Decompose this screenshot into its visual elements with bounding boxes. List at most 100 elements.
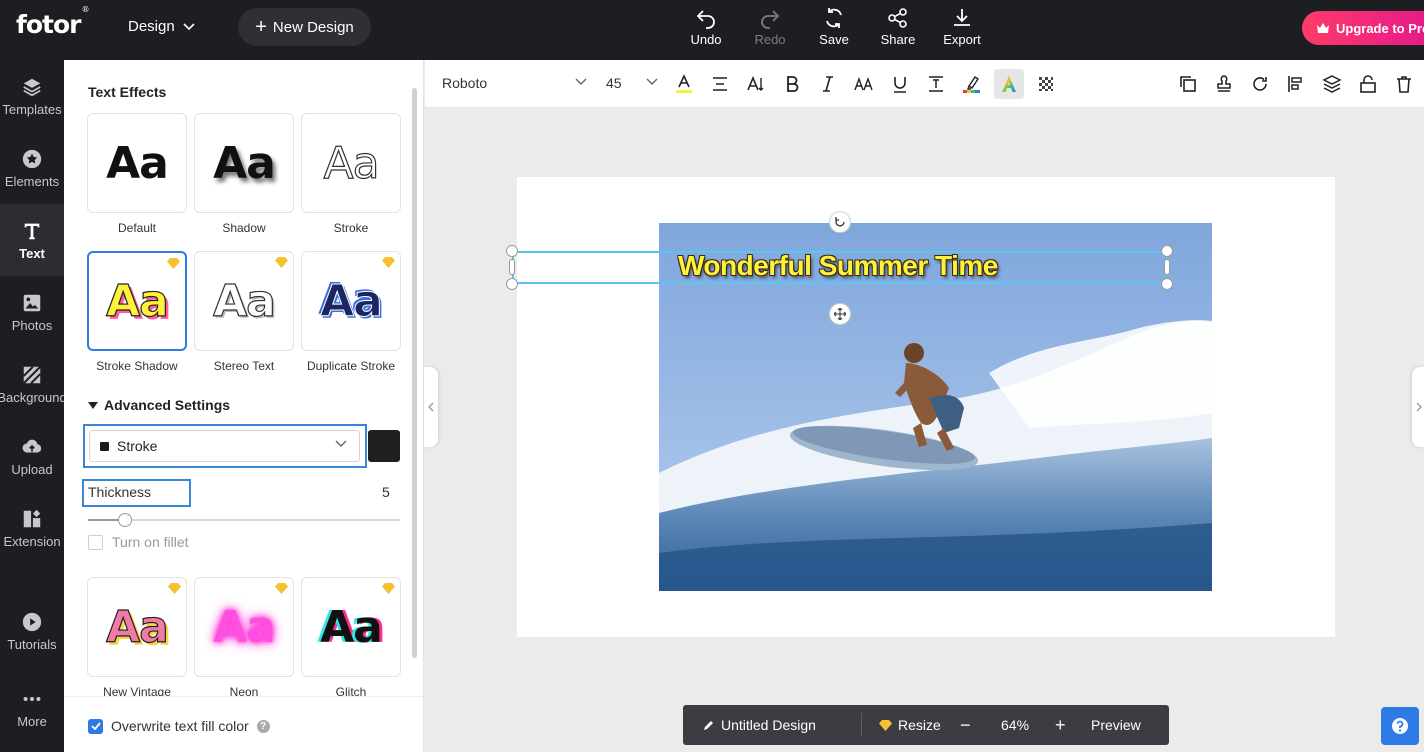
overwrite-fill-option[interactable]: Overwrite text fill color ? bbox=[88, 718, 270, 734]
nav-more[interactable]: More bbox=[0, 672, 64, 744]
effect-stroke[interactable]: Aa bbox=[301, 113, 401, 213]
align-button[interactable] bbox=[708, 72, 732, 96]
lock-button[interactable] bbox=[1356, 72, 1380, 96]
expand-right-panel-button[interactable] bbox=[1412, 367, 1424, 447]
nav-templates[interactable]: Templates bbox=[0, 60, 64, 132]
stamp-button[interactable] bbox=[1212, 72, 1236, 96]
nav-text[interactable]: Text bbox=[0, 204, 64, 276]
design-menu[interactable]: Design bbox=[128, 18, 195, 35]
design-name-field[interactable]: Untitled Design bbox=[703, 705, 816, 745]
zoom-in-button[interactable]: + bbox=[1055, 705, 1066, 745]
panel-scrollbar[interactable] bbox=[412, 88, 417, 658]
effect-stroke-shadow[interactable]: Aa bbox=[87, 251, 187, 351]
layers-icon bbox=[1322, 75, 1342, 93]
text-effects-button[interactable] bbox=[994, 69, 1024, 99]
templates-icon bbox=[23, 78, 41, 96]
fillet-option[interactable]: Turn on fillet bbox=[88, 534, 189, 550]
premium-gem-icon bbox=[275, 583, 288, 594]
save-icon bbox=[826, 8, 842, 28]
underline-button[interactable] bbox=[888, 72, 912, 96]
thickness-slider-thumb[interactable] bbox=[118, 513, 132, 527]
resize-handle-right[interactable] bbox=[1164, 259, 1170, 275]
effect-mode-select[interactable]: Stroke bbox=[89, 430, 360, 462]
font-size-select[interactable]: 45 bbox=[606, 75, 658, 91]
nav-background[interactable]: Background bbox=[0, 348, 64, 420]
resize-handle-top-left[interactable] bbox=[506, 245, 518, 257]
export-icon bbox=[954, 9, 970, 26]
effect-shadow[interactable]: Aa bbox=[194, 113, 294, 213]
bold-button[interactable] bbox=[780, 72, 804, 96]
highlight-icon bbox=[963, 76, 980, 93]
effect-default[interactable]: Aa bbox=[87, 113, 187, 213]
text-case-button[interactable] bbox=[744, 72, 768, 96]
position-button[interactable] bbox=[1284, 72, 1308, 96]
flip-button[interactable] bbox=[1248, 72, 1272, 96]
overwrite-checkbox[interactable] bbox=[88, 718, 103, 734]
help-question-icon[interactable]: ? bbox=[256, 719, 270, 733]
lock-icon bbox=[1360, 75, 1376, 93]
stamp-icon bbox=[1217, 75, 1231, 92]
stroke-color-swatch[interactable] bbox=[368, 430, 400, 462]
resize-handle-left[interactable] bbox=[509, 259, 515, 275]
save-button[interactable]: Save bbox=[802, 6, 866, 47]
layers-button[interactable] bbox=[1320, 72, 1344, 96]
advanced-settings-toggle[interactable]: Advanced Settings bbox=[88, 397, 230, 413]
italic-icon bbox=[823, 76, 833, 92]
letter-spacing-button[interactable] bbox=[852, 72, 876, 96]
text-effects-panel: Text Effects Aa Default Aa Shadow Aa Str… bbox=[64, 60, 424, 752]
effect-stereo-text[interactable]: Aa bbox=[194, 251, 294, 351]
fillet-checkbox[interactable] bbox=[88, 534, 103, 550]
italic-button[interactable] bbox=[816, 72, 840, 96]
font-family-select[interactable]: Roboto bbox=[442, 75, 587, 91]
rotate-handle[interactable] bbox=[829, 211, 851, 233]
thickness-value: 5 bbox=[382, 484, 390, 500]
nav-upload[interactable]: Upload bbox=[0, 420, 64, 492]
premium-gem-icon bbox=[879, 719, 892, 731]
extension-icon bbox=[23, 509, 41, 527]
highlight-button[interactable] bbox=[960, 72, 984, 96]
nav-elements[interactable]: Elements bbox=[0, 132, 64, 204]
line-height-button[interactable] bbox=[924, 72, 948, 96]
fotor-logo[interactable]: fotor® bbox=[16, 5, 90, 39]
duplicate-button[interactable] bbox=[1176, 72, 1200, 96]
underline-icon bbox=[894, 77, 906, 93]
triangle-down-icon bbox=[88, 401, 98, 409]
effect-new-vintage[interactable]: Aa bbox=[87, 577, 187, 677]
text-icon bbox=[24, 223, 40, 239]
elements-icon bbox=[22, 149, 42, 168]
resize-handle-bottom-left[interactable] bbox=[506, 278, 518, 290]
resize-button[interactable]: Resize bbox=[879, 705, 941, 745]
premium-gem-icon bbox=[382, 583, 395, 594]
nav-photos[interactable]: Photos bbox=[0, 276, 64, 348]
more-icon bbox=[23, 696, 41, 701]
zoom-level[interactable]: 64% bbox=[1001, 705, 1029, 745]
effect-glitch[interactable]: Aa bbox=[301, 577, 401, 677]
new-design-button[interactable]: + New Design bbox=[238, 8, 371, 46]
resize-handle-top-right[interactable] bbox=[1161, 245, 1173, 257]
move-handle[interactable] bbox=[829, 303, 851, 325]
thickness-label: Thickness bbox=[88, 484, 152, 500]
zoom-out-button[interactable]: − bbox=[960, 705, 971, 745]
delete-button[interactable] bbox=[1392, 72, 1416, 96]
undo-button[interactable]: Undo bbox=[674, 6, 738, 47]
resize-handle-bottom-right[interactable] bbox=[1161, 278, 1173, 290]
text-color-button[interactable] bbox=[672, 72, 696, 96]
effect-neon[interactable]: Aa bbox=[194, 577, 294, 677]
design-menu-label: Design bbox=[128, 18, 175, 35]
align-left-icon bbox=[1288, 76, 1302, 92]
premium-gem-icon bbox=[275, 257, 288, 268]
thickness-slider-track[interactable] bbox=[88, 519, 400, 521]
text-effects-icon bbox=[1002, 76, 1016, 92]
help-button[interactable] bbox=[1381, 707, 1419, 745]
nav-tutorials[interactable]: Tutorials bbox=[0, 595, 64, 667]
effect-duplicate-stroke[interactable]: Aa bbox=[301, 251, 401, 351]
upload-icon bbox=[22, 439, 42, 453]
upgrade-button[interactable]: Upgrade to Pro bbox=[1302, 11, 1424, 45]
export-button[interactable]: Export bbox=[930, 6, 994, 47]
transparency-button[interactable] bbox=[1034, 72, 1058, 96]
nav-extension[interactable]: Extension bbox=[0, 492, 64, 564]
collapse-panel-button[interactable] bbox=[424, 367, 438, 447]
share-button[interactable]: Share bbox=[866, 6, 930, 47]
preview-button[interactable]: Preview bbox=[1091, 705, 1141, 745]
redo-button[interactable]: Redo bbox=[738, 6, 802, 47]
